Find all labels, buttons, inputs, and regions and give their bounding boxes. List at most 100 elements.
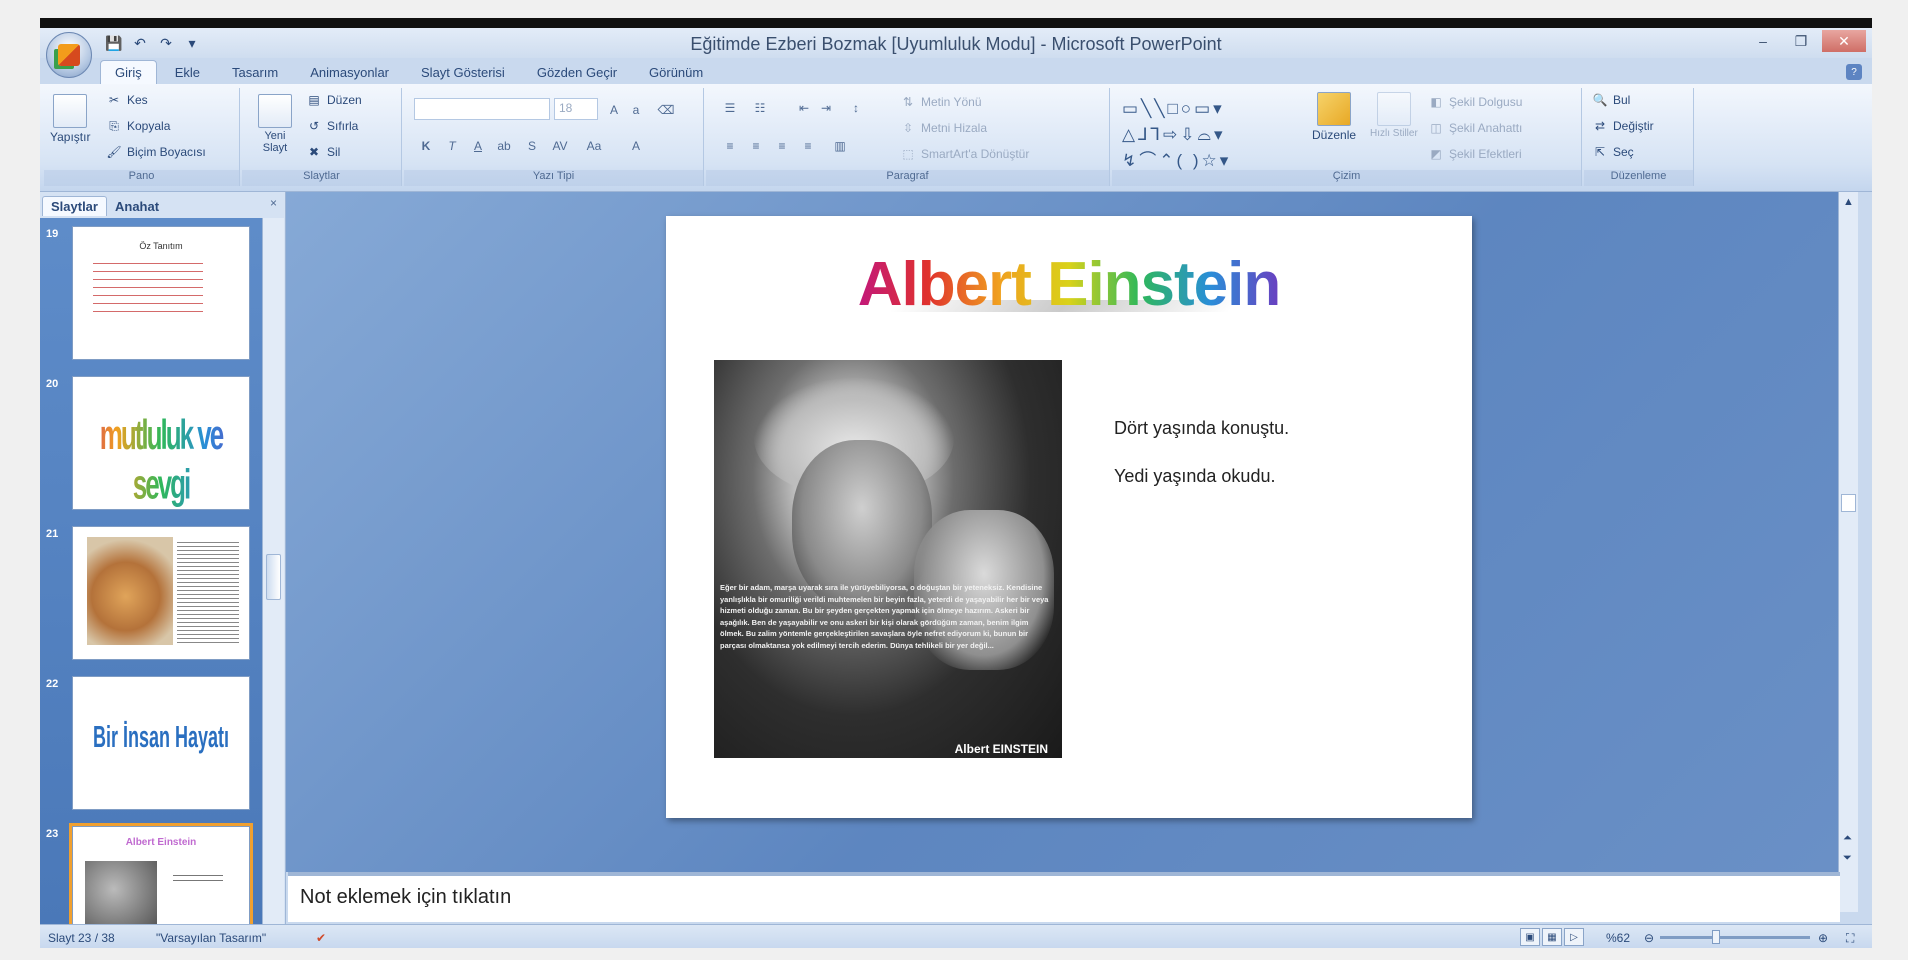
- bullets-icon[interactable]: ☰: [720, 98, 740, 118]
- find-button[interactable]: 🔍 Bul: [1592, 92, 1631, 108]
- line-spacing-icon[interactable]: ↕: [846, 98, 866, 118]
- close-button[interactable]: ✕: [1822, 30, 1866, 52]
- normal-view-icon[interactable]: ▣: [1520, 928, 1540, 946]
- tab-gozden-gecir[interactable]: Gözden Geçir: [523, 61, 631, 84]
- zoom-slider-knob[interactable]: [1712, 930, 1720, 944]
- reset-button[interactable]: ↺ Sıfırla: [306, 118, 358, 134]
- copy-button[interactable]: ⎘ Kopyala: [106, 118, 170, 134]
- cut-button[interactable]: ✂ Kes: [106, 92, 148, 108]
- thumb-wordart: mutluluk ve sevgi: [73, 410, 249, 509]
- spacing-icon[interactable]: AV: [550, 136, 570, 156]
- delete-icon: ✖: [308, 145, 320, 159]
- shrink-font-icon[interactable]: a: [626, 100, 646, 120]
- increase-indent-icon[interactable]: ⇥: [816, 98, 836, 118]
- slide-counter: Slayt 23 / 38: [48, 931, 115, 945]
- tab-slayt-gosterisi[interactable]: Slayt Gösterisi: [407, 61, 519, 84]
- align-left-icon[interactable]: ≡: [720, 136, 740, 156]
- reset-label: Sıfırla: [327, 119, 359, 133]
- view-buttons: ▣ ▦ ▷: [1520, 928, 1584, 946]
- tab-anahat[interactable]: Anahat: [107, 197, 167, 216]
- zoom-out-icon[interactable]: ⊖: [1644, 931, 1654, 945]
- grow-font-icon[interactable]: A: [604, 100, 624, 120]
- zoom-slider[interactable]: [1660, 936, 1810, 939]
- zoom-level[interactable]: %62: [1606, 931, 1630, 945]
- shapes-gallery[interactable]: ▭╲╲□○▭▾ △⅃⅂⇨⇩⌓▾ ↯⌒⌃( )☆▾: [1122, 96, 1302, 174]
- einstein-photo[interactable]: Eğer bir adam, marşa uyarak sıra ile yür…: [714, 360, 1062, 758]
- panel-scroll-thumb[interactable]: [266, 554, 281, 600]
- bullet-line: Yedi yaşında okudu.: [1114, 466, 1276, 486]
- thumb-text-lines: [93, 259, 203, 319]
- effects-icon: ◩: [1430, 147, 1442, 161]
- shadow-icon[interactable]: S: [522, 136, 542, 156]
- scroll-up-icon[interactable]: ▲: [1843, 196, 1854, 208]
- format-painter-button[interactable]: 🖌 Biçim Boyacısı: [106, 144, 205, 160]
- help-icon[interactable]: ?: [1846, 64, 1862, 80]
- font-size-box[interactable]: 18: [554, 98, 598, 120]
- columns-icon[interactable]: ▥: [830, 136, 850, 156]
- text-direction-button[interactable]: ⇅ Metin Yönü: [900, 94, 982, 110]
- tab-giris[interactable]: Giriş: [100, 60, 157, 84]
- thumb-wordart: Bir İnsan Hayatı: [92, 719, 230, 754]
- restore-button[interactable]: ❐: [1784, 30, 1818, 52]
- spellcheck-icon[interactable]: ✔: [316, 931, 326, 945]
- slide-thumbnail-21[interactable]: [72, 526, 250, 660]
- paste-button[interactable]: Yapıştır: [50, 94, 90, 144]
- decrease-indent-icon[interactable]: ⇤: [794, 98, 814, 118]
- slide-thumbnail-23[interactable]: Albert Einstein: [72, 826, 250, 932]
- next-slide-icon[interactable]: ⏷: [1843, 852, 1852, 865]
- tab-ekle[interactable]: Ekle: [161, 61, 214, 84]
- quick-styles-button[interactable]: Hızlı Stiller: [1370, 92, 1418, 139]
- close-panel-icon[interactable]: ×: [270, 196, 277, 210]
- office-button[interactable]: [46, 32, 92, 78]
- slide-thumbnail-22[interactable]: Bir İnsan Hayatı: [72, 676, 250, 810]
- smartart-icon: ⬚: [902, 147, 914, 161]
- slide-thumbnail-20[interactable]: mutluluk ve sevgi: [72, 376, 250, 510]
- current-slide[interactable]: Albert Einstein Eğer bir adam, marşa uya…: [666, 216, 1472, 818]
- font-color-icon[interactable]: A: [626, 136, 646, 156]
- clear-format-icon[interactable]: ⌫: [656, 100, 676, 120]
- align-center-icon[interactable]: ≡: [746, 136, 766, 156]
- align-text-button[interactable]: ⇳ Metni Hizala: [900, 120, 987, 136]
- zoom-in-icon[interactable]: ⊕: [1818, 931, 1828, 945]
- group-cizim: ▭╲╲□○▭▾ △⅃⅂⇨⇩⌓▾ ↯⌒⌃( )☆▾ Düzenle Hızlı Sti…: [1112, 88, 1582, 186]
- shape-fill-button[interactable]: ◧ Şekil Dolgusu: [1428, 94, 1522, 110]
- font-name-box[interactable]: [414, 98, 550, 120]
- minimize-button[interactable]: –: [1746, 30, 1780, 52]
- replace-button[interactable]: ⇄ Değiştir: [1592, 118, 1654, 134]
- editor-scroll-thumb[interactable]: [1841, 494, 1856, 512]
- slide-thumbnail-19[interactable]: Öz Tanıtım: [72, 226, 250, 360]
- fit-to-window-icon[interactable]: ⛶: [1846, 931, 1854, 946]
- change-case-icon[interactable]: Aa: [584, 136, 604, 156]
- slide-title[interactable]: Albert Einstein: [666, 250, 1472, 320]
- new-slide-button[interactable]: Yeni Slayt: [248, 94, 302, 154]
- editor-scrollbar[interactable]: ▲ ⏶ ⏷: [1838, 192, 1858, 912]
- text-direction-icon: ⇅: [902, 95, 914, 109]
- previous-slide-icon[interactable]: ⏶: [1843, 832, 1852, 845]
- bold-button[interactable]: K: [416, 136, 436, 156]
- delete-slide-button[interactable]: ✖ Sil: [306, 144, 340, 160]
- slideshow-view-icon[interactable]: ▷: [1564, 928, 1584, 946]
- select-button[interactable]: ⇱ Seç: [1592, 144, 1634, 160]
- slide-sorter-view-icon[interactable]: ▦: [1542, 928, 1562, 946]
- group-label-pano: Pano: [44, 170, 239, 186]
- underline-button[interactable]: A: [468, 136, 488, 156]
- numbering-icon[interactable]: ☷: [750, 98, 770, 118]
- tab-tasarim[interactable]: Tasarım: [218, 61, 292, 84]
- tab-slaytlar[interactable]: Slaytlar: [42, 196, 107, 216]
- align-right-icon[interactable]: ≡: [772, 136, 792, 156]
- slide-body[interactable]: Dört yaşında konuştu. Yedi yaşında okudu…: [1114, 404, 1289, 500]
- justify-icon[interactable]: ≡: [798, 136, 818, 156]
- shape-effects-button[interactable]: ◩ Şekil Efektleri: [1428, 146, 1521, 162]
- layout-button[interactable]: ▤ Düzen: [306, 92, 361, 108]
- arrange-button[interactable]: Düzenle: [1312, 92, 1356, 142]
- notes-pane[interactable]: Not eklemek için tıklatın: [288, 872, 1840, 922]
- strikethrough-icon[interactable]: ab: [494, 136, 514, 156]
- italic-button[interactable]: T: [442, 136, 462, 156]
- shape-outline-button[interactable]: ◫ Şekil Anahattı: [1428, 120, 1522, 136]
- group-duzenleme: 🔍 Bul ⇄ Değiştir ⇱ Seç Düzenleme: [1584, 88, 1694, 186]
- layout-icon: ▤: [308, 93, 320, 107]
- tab-gorunum[interactable]: Görünüm: [635, 61, 717, 84]
- panel-scrollbar[interactable]: [262, 218, 284, 932]
- tab-animasyonlar[interactable]: Animasyonlar: [296, 61, 403, 84]
- smartart-button[interactable]: ⬚ SmartArt'a Dönüştür: [900, 146, 1029, 162]
